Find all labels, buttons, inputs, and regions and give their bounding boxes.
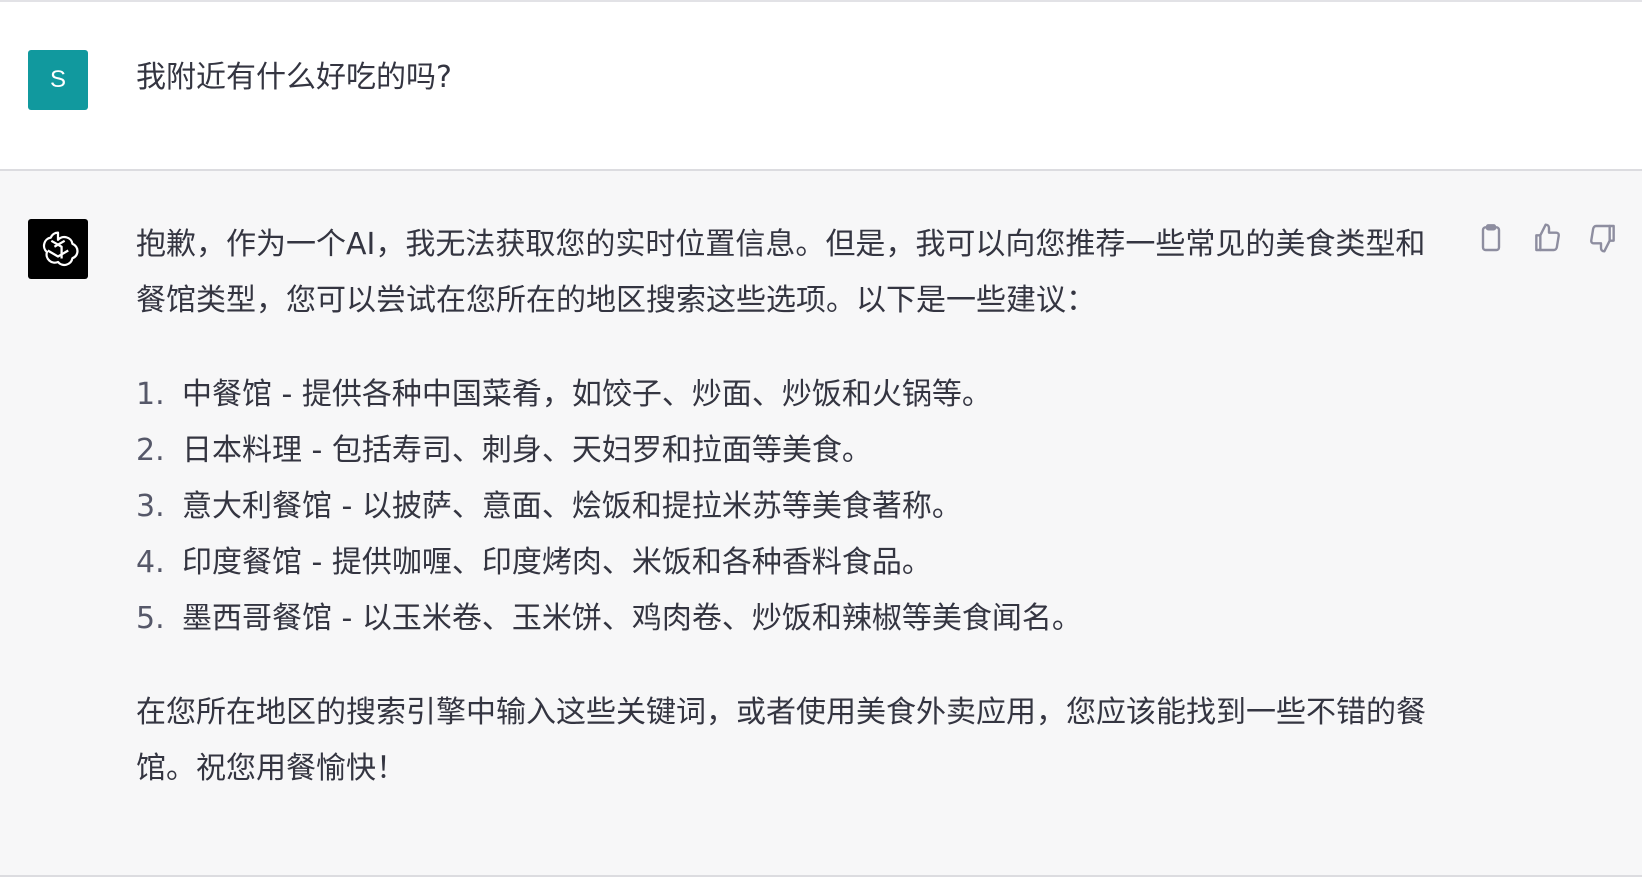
list-item: 1. 中餐馆 - 提供各种中国菜肴，如饺子、炒面、炒饭和火锅等。 [136, 367, 1436, 423]
assistant-answer: 抱歉，作为一个AI，我无法获取您的实时位置信息。但是，我可以向您推荐一些常见的美… [136, 217, 1436, 797]
thumbs-down-button[interactable] [1584, 219, 1622, 257]
list-item-number: 2. [136, 433, 165, 468]
message-actions [1472, 219, 1622, 257]
list-item-number: 5. [136, 601, 165, 636]
list-item: 5. 墨西哥餐馆 - 以玉米卷、玉米饼、鸡肉卷、炒饭和辣椒等美食闻名。 [136, 591, 1436, 647]
user-avatar: S [28, 50, 88, 110]
thumbs-up-icon [1535, 223, 1560, 252]
list-item-text: 墨西哥餐馆 - 以玉米卷、玉米饼、鸡肉卷、炒饭和辣椒等美食闻名。 [182, 601, 1082, 636]
user-message-text: 我附近有什么好吃的吗? [136, 60, 452, 95]
answer-closing: 在您所在地区的搜索引擎中输入这些关键词，或者使用美食外卖应用，您应该能找到一些不… [136, 695, 1426, 786]
list-item: 3. 意大利餐馆 - 以披萨、意面、烩饭和提拉米苏等美食著称。 [136, 479, 1436, 535]
user-avatar-letter: S [49, 66, 66, 93]
list-item-text: 日本料理 - 包括寿司、刺身、天妇罗和拉面等美食。 [182, 433, 872, 468]
openai-logo-icon [28, 219, 88, 279]
list-item-text: 意大利餐馆 - 以披萨、意面、烩饭和提拉米苏等美食著称。 [182, 489, 962, 524]
copy-button[interactable] [1472, 219, 1510, 257]
clipboard-icon [1481, 224, 1501, 252]
suggestion-list: 1. 中餐馆 - 提供各种中国菜肴，如饺子、炒面、炒饭和火锅等。 2. 日本料理… [136, 367, 1436, 647]
bottom-spacer [0, 877, 1642, 894]
list-item-text: 中餐馆 - 提供各种中国菜肴，如饺子、炒面、炒饭和火锅等。 [182, 377, 992, 412]
list-item: 2. 日本料理 - 包括寿司、刺身、天妇罗和拉面等美食。 [136, 423, 1436, 479]
list-item-number: 1. [136, 377, 165, 412]
list-item-text: 印度餐馆 - 提供咖喱、印度烤肉、米饭和各种香料食品。 [182, 545, 932, 580]
thumbs-down-icon [1590, 224, 1615, 253]
list-item: 4. 印度餐馆 - 提供咖喱、印度烤肉、米饭和各种香料食品。 [136, 535, 1436, 591]
answer-intro: 抱歉，作为一个AI，我无法获取您的实时位置信息。但是，我可以向您推荐一些常见的美… [136, 227, 1426, 318]
thumbs-up-button[interactable] [1528, 219, 1566, 257]
list-item-number: 4. [136, 545, 165, 580]
list-item-number: 3. [136, 489, 165, 524]
user-message-row: S 我附近有什么好吃的吗? [0, 2, 1642, 171]
assistant-message-row: 抱歉，作为一个AI，我无法获取您的实时位置信息。但是，我可以向您推荐一些常见的美… [0, 171, 1642, 877]
